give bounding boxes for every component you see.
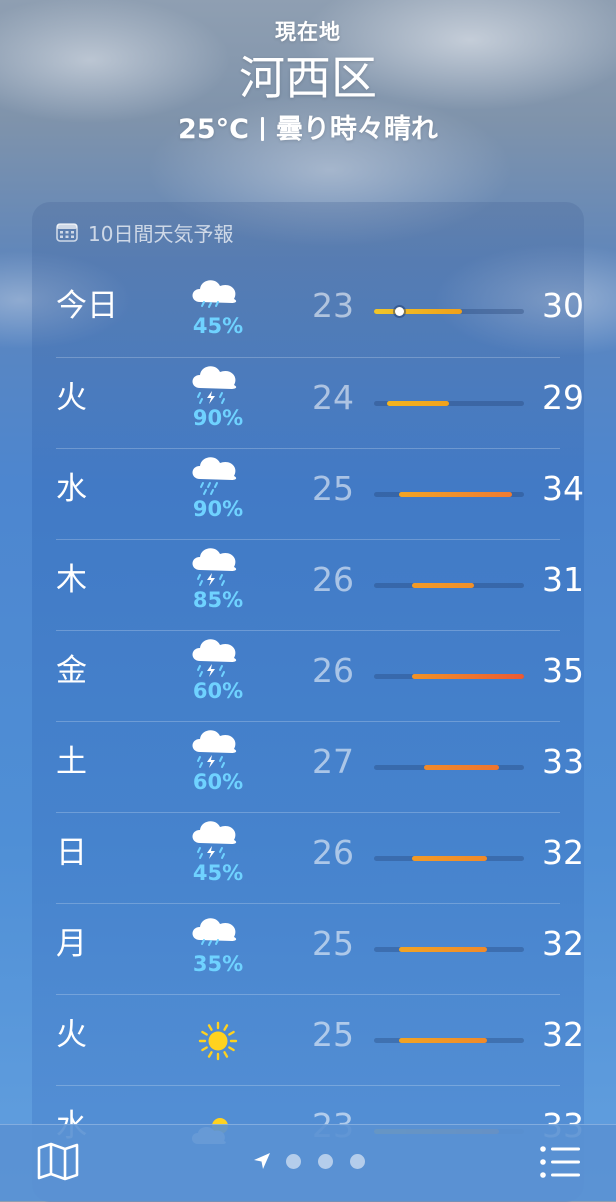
temperature-range-bar: [386, 401, 449, 406]
cloud-bolt-rain-icon: [184, 728, 252, 774]
forecast-row[interactable]: 水 90% 25 34: [56, 448, 584, 539]
condition-text: 曇り時々晴れ: [275, 114, 438, 145]
day-label: 火: [56, 1017, 87, 1053]
low-temperature: 24: [312, 378, 354, 417]
cloud-bolt-rain-icon: [184, 819, 252, 865]
forecast-row[interactable]: 火 90% 24 29: [56, 357, 584, 448]
precipitation-chance: 35%: [192, 952, 244, 976]
forecast-row[interactable]: 日 45% 26 32: [56, 812, 584, 903]
day-label: 月: [56, 926, 87, 962]
high-temperature: 33: [542, 742, 584, 781]
precipitation-chance: 45%: [192, 314, 244, 338]
current-weather-header: 現在地 河西区 25°C 曇り時々晴れ: [0, 16, 616, 150]
high-temperature: 32: [542, 833, 584, 872]
day-label: 土: [56, 744, 87, 780]
cloud-bolt-rain-icon: [184, 637, 252, 683]
temperature-range-bar: [411, 674, 524, 679]
ten-day-forecast-card[interactable]: 10日間天気予報 今日 45% 23 30 火 90% 24 29 水 90% 25 34 木 85% 26…: [32, 202, 584, 1202]
low-temperature: 27: [312, 742, 354, 781]
low-temperature: 25: [312, 1015, 354, 1054]
temperature-range-track: [374, 401, 524, 406]
temperature-range-track: [374, 674, 524, 679]
day-label: 火: [56, 380, 87, 416]
bottom-toolbar: [0, 1124, 616, 1201]
temperature-range-bar: [399, 492, 512, 497]
day-label: 日: [56, 835, 87, 871]
temperature-range-track: [374, 1038, 524, 1043]
calendar-icon: [56, 223, 78, 242]
temperature-range-track: [374, 492, 524, 497]
map-icon[interactable]: [36, 1141, 80, 1181]
temperature-range-track: [374, 583, 524, 588]
city-name: 河西区: [239, 51, 377, 105]
list-icon[interactable]: [538, 1143, 582, 1181]
high-temperature: 31: [542, 560, 584, 599]
high-temperature: 30: [542, 286, 584, 325]
high-temperature: 34: [542, 469, 584, 508]
high-temperature: 35: [542, 651, 584, 690]
low-temperature: 26: [312, 833, 354, 872]
precipitation-chance: 90%: [192, 497, 244, 521]
forecast-title: 10日間天気予報: [88, 221, 234, 246]
location-arrow-icon[interactable]: [252, 1151, 272, 1171]
low-temperature: 26: [312, 651, 354, 690]
temperature-range-bar: [424, 765, 499, 770]
low-temperature: 23: [312, 286, 354, 325]
precipitation-chance: 90%: [192, 406, 244, 430]
cloud-rain-icon: [184, 455, 252, 501]
low-temperature: 25: [312, 469, 354, 508]
precipitation-chance: 85%: [192, 588, 244, 612]
sun-icon: [184, 1011, 252, 1061]
precipitation-chance: 45%: [192, 861, 244, 885]
high-temperature: 29: [542, 378, 584, 417]
high-temperature: 32: [542, 1015, 584, 1054]
precipitation-chance: 60%: [192, 770, 244, 794]
cloud-drizzle-icon: [184, 910, 252, 956]
precipitation-chance: 60%: [192, 679, 244, 703]
low-temperature: 25: [312, 924, 354, 963]
temperature-range-track: [374, 947, 524, 952]
forecast-row[interactable]: 月 35% 25 32: [56, 903, 584, 994]
forecast-row[interactable]: 土 60% 27 33: [56, 721, 584, 812]
day-label: 水: [56, 471, 87, 507]
day-label: 金: [56, 653, 87, 689]
forecast-row[interactable]: 今日 45% 23 30: [56, 266, 584, 357]
forecast-row[interactable]: 火 25 32: [56, 994, 584, 1085]
forecast-rows: 今日 45% 23 30 火 90% 24 29 水 90% 25 34 木 85% 26 31 金 60% 26 3…: [32, 266, 584, 1176]
temperature-range-track: [374, 307, 524, 316]
divider: [260, 117, 264, 141]
temperature-range-track: [374, 856, 524, 861]
forecast-row[interactable]: 金 60% 26 35: [56, 630, 584, 721]
cloud-bolt-rain-icon: [184, 546, 252, 592]
forecast-header: 10日間天気予報: [56, 202, 560, 262]
temperature-range-bar: [411, 583, 474, 588]
forecast-row[interactable]: 木 85% 26 31: [56, 539, 584, 630]
temperature-range-bar: [399, 947, 487, 952]
location-label: 現在地: [275, 20, 341, 44]
temperature-range-bar: [399, 1038, 487, 1043]
low-temperature: 26: [312, 560, 354, 599]
page-dot[interactable]: [350, 1153, 365, 1169]
high-temperature: 32: [542, 924, 584, 963]
day-label: 木: [56, 562, 87, 598]
page-dot[interactable]: [286, 1153, 301, 1169]
temperature-range-track: [374, 765, 524, 770]
current-temperature: 25°C: [178, 114, 249, 145]
cloud-drizzle-icon: [184, 272, 252, 318]
current-conditions: 25°C 曇り時々晴れ: [0, 110, 616, 150]
page-dot[interactable]: [318, 1153, 333, 1169]
current-temperature-marker: [395, 307, 404, 316]
temperature-range-bar: [411, 856, 487, 861]
page-indicator[interactable]: [252, 1149, 382, 1173]
cloud-bolt-rain-icon: [184, 364, 252, 410]
day-label: 今日: [56, 288, 118, 324]
temperature-range-bar: [374, 309, 462, 314]
